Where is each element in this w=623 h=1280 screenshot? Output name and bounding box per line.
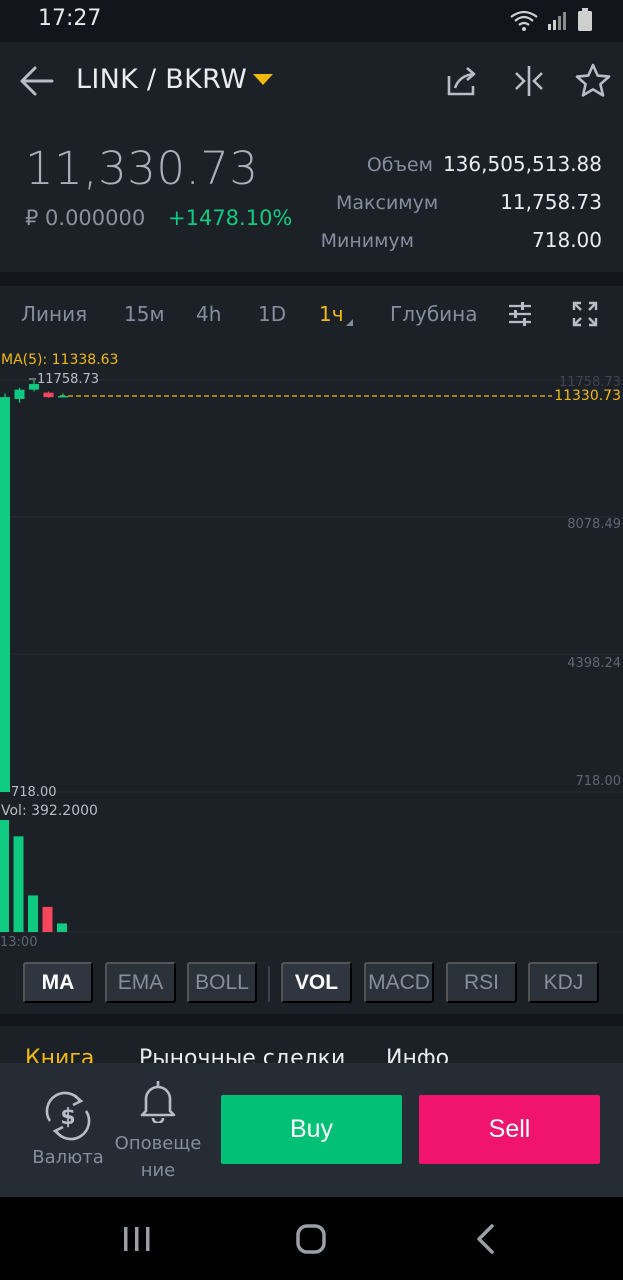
- timeframe-more-caret-icon: [346, 319, 353, 326]
- volume-bars-group: [0, 820, 67, 932]
- tab-line[interactable]: Линия: [21, 302, 87, 326]
- high-label: 11758.73: [37, 372, 99, 387]
- tab-4h[interactable]: 4h: [196, 302, 221, 326]
- candles-group: [0, 380, 68, 792]
- back-arrow-icon[interactable]: [18, 64, 56, 98]
- last-price-line-label: 11330.73: [554, 388, 621, 404]
- indicator-kdj-button[interactable]: KDJ: [528, 962, 599, 1003]
- y-tick-label: 4398.24: [567, 656, 621, 671]
- stat-label: Максимум: [335, 192, 439, 214]
- volume-bar: [28, 895, 38, 932]
- buy-button[interactable]: Buy: [221, 1095, 402, 1164]
- bell-icon[interactable]: [138, 1079, 178, 1123]
- ma-label: MA(5): 11338.63: [1, 352, 118, 368]
- indicator-vol-button[interactable]: VOL: [281, 962, 352, 1003]
- currency-exchange-icon[interactable]: $: [40, 1091, 96, 1141]
- action-bar: $ Валюта Оповеще ние Buy Sell: [0, 1063, 623, 1197]
- stat-label: Минимум: [320, 230, 415, 252]
- volume-label: Vol: 392.2000: [1, 803, 98, 819]
- low-label: 718.00: [11, 785, 57, 800]
- svg-text:$: $: [60, 1105, 75, 1130]
- volume-bar: [57, 923, 67, 932]
- battery-icon: [578, 8, 592, 31]
- fiat-price: ₽ 0.000000: [25, 206, 146, 230]
- indicator-rsi-button[interactable]: RSI: [446, 962, 517, 1003]
- last-price: 11,330.73: [25, 142, 259, 195]
- tab-1h[interactable]: 1ч: [319, 302, 344, 326]
- pair-title[interactable]: LINK / BKRW: [76, 64, 247, 95]
- status-icons: [509, 8, 593, 32]
- tab-depth[interactable]: Глубина: [390, 302, 477, 326]
- stat-value: 718.00: [532, 228, 602, 252]
- y-tick-label: 8078.49: [567, 517, 621, 532]
- change-percent: +1478.10%: [168, 206, 293, 230]
- stat-label: Объем: [366, 154, 433, 176]
- indicator-bar: MA EMA BOLL VOL MACD RSI KDJ: [0, 954, 623, 1014]
- fullscreen-icon[interactable]: [571, 300, 599, 328]
- y-tick-label: 718.00: [576, 774, 622, 789]
- back-nav-icon[interactable]: [466, 1219, 506, 1259]
- share-icon[interactable]: [443, 62, 481, 100]
- candle: [0, 397, 10, 792]
- star-icon[interactable]: [574, 62, 612, 100]
- status-time: 17:27: [38, 6, 102, 31]
- compare-icon[interactable]: [510, 62, 548, 100]
- system-nav-bar: [0, 1197, 623, 1280]
- chart-panel: Линия 15м 4h 1D 1ч Глубина 11758.73 8078…: [0, 286, 623, 954]
- indicator-boll-button[interactable]: BOLL: [187, 962, 257, 1003]
- stat-value: 11,758.73: [500, 190, 602, 214]
- wifi-icon: [510, 10, 538, 31]
- bottom-tabs: Книга Рыночные сделки Инфо: [0, 1026, 623, 1066]
- x-tick-label: 13:00: [0, 935, 37, 950]
- indicator-macd-button[interactable]: MACD: [364, 962, 434, 1003]
- candle: [58, 395, 68, 398]
- recent-apps-icon[interactable]: [117, 1219, 157, 1259]
- volume-bar: [0, 820, 9, 932]
- pair-dropdown-caret-icon[interactable]: [253, 74, 273, 85]
- candle: [43, 392, 54, 398]
- indicator-ema-button[interactable]: EMA: [105, 962, 176, 1003]
- currency-label: Валюта: [32, 1147, 104, 1168]
- indicator-divider: [268, 966, 270, 1002]
- alerts-label: Оповеще: [114, 1133, 202, 1154]
- timeframe-bar: Линия 15м 4h 1D 1ч Глубина: [0, 286, 623, 342]
- volume-bar: [13, 836, 24, 932]
- tab-15m[interactable]: 15м: [124, 302, 165, 326]
- signal-icon: [548, 12, 566, 30]
- indicator-ma-button[interactable]: MA: [23, 962, 93, 1003]
- candle: [29, 384, 39, 390]
- settings-sliders-icon[interactable]: [506, 300, 534, 328]
- tab-1d[interactable]: 1D: [258, 302, 286, 326]
- status-bar: 17:27: [0, 0, 623, 42]
- stat-volume: Объем 136,505,513.88: [367, 152, 602, 176]
- ticker-header: LINK / BKRW 11,330.73 ₽ 0.000000 +1478.1…: [0, 42, 623, 272]
- stat-value: 136,505,513.88: [442, 152, 602, 176]
- alerts-label: ние: [140, 1160, 176, 1181]
- stat-high: Максимум 11,758.73: [336, 190, 602, 214]
- candle: [14, 389, 25, 399]
- candlestick-chart[interactable]: 11758.73 8078.49 4398.24 718.00 MA(5): 1…: [0, 342, 623, 954]
- stat-low: Минимум 718.00: [321, 228, 602, 252]
- volume-bar: [42, 906, 53, 932]
- sell-button[interactable]: Sell: [419, 1095, 600, 1164]
- home-icon[interactable]: [291, 1219, 331, 1259]
